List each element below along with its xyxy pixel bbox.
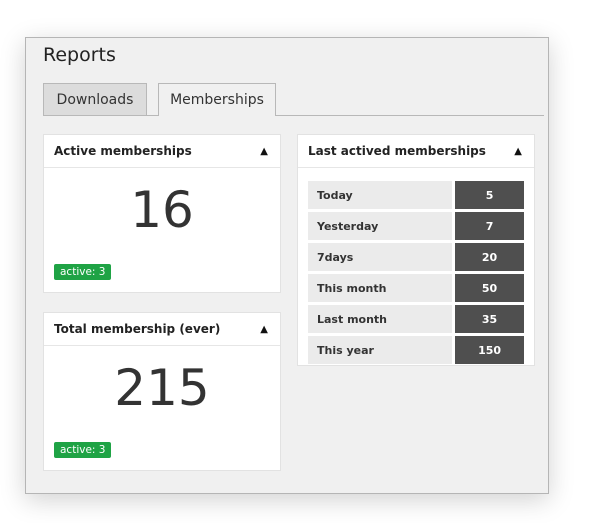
total-membership-card: Total membership (ever) ▲ 215 active: 3 (43, 312, 281, 471)
reports-window: Reports Downloads Memberships Active mem… (25, 37, 549, 494)
triangle-up-icon[interactable]: ▲ (514, 146, 522, 157)
card-title: Total membership (ever) (54, 322, 221, 336)
table-row: Yesterday 7 (308, 212, 524, 240)
active-memberships-card: Active memberships ▲ 16 active: 3 (43, 134, 281, 293)
tab-downloads[interactable]: Downloads (43, 83, 147, 115)
table-row: Last month 35 (308, 305, 524, 333)
page-title: Reports (43, 44, 116, 66)
row-label: Today (308, 181, 456, 209)
card-header: Total membership (ever) ▲ (44, 313, 280, 346)
last-actived-memberships-card: Last actived memberships ▲ Today 5 Yeste… (297, 134, 535, 366)
triangle-up-icon[interactable]: ▲ (260, 324, 268, 335)
tab-bar: Downloads Memberships (43, 83, 544, 116)
row-value: 150 (455, 336, 524, 364)
row-value: 5 (455, 181, 524, 209)
row-value: 7 (455, 212, 524, 240)
row-label: This month (308, 274, 456, 302)
row-label: Yesterday (308, 212, 456, 240)
row-label: 7days (308, 243, 456, 271)
row-value: 20 (455, 243, 524, 271)
card-header: Active memberships ▲ (44, 135, 280, 168)
triangle-up-icon[interactable]: ▲ (260, 146, 268, 157)
card-title: Last actived memberships (308, 144, 486, 158)
status-badge: active: 3 (54, 264, 112, 280)
row-value: 50 (455, 274, 524, 302)
table-row: This year 150 (308, 336, 524, 364)
row-label: Last month (308, 305, 456, 333)
card-title: Active memberships (54, 144, 192, 158)
table-row: 7days 20 (308, 243, 524, 271)
total-membership-count: 215 (114, 359, 210, 417)
stats-table: Today 5 Yesterday 7 7days 20 This month … (308, 178, 524, 367)
status-badge: active: 3 (54, 442, 112, 458)
table-row: This month 50 (308, 274, 524, 302)
tab-memberships[interactable]: Memberships (158, 83, 276, 116)
row-label: This year (308, 336, 456, 364)
row-value: 35 (455, 305, 524, 333)
card-header: Last actived memberships ▲ (298, 135, 534, 168)
active-memberships-count: 16 (130, 181, 194, 239)
table-row: Today 5 (308, 181, 524, 209)
